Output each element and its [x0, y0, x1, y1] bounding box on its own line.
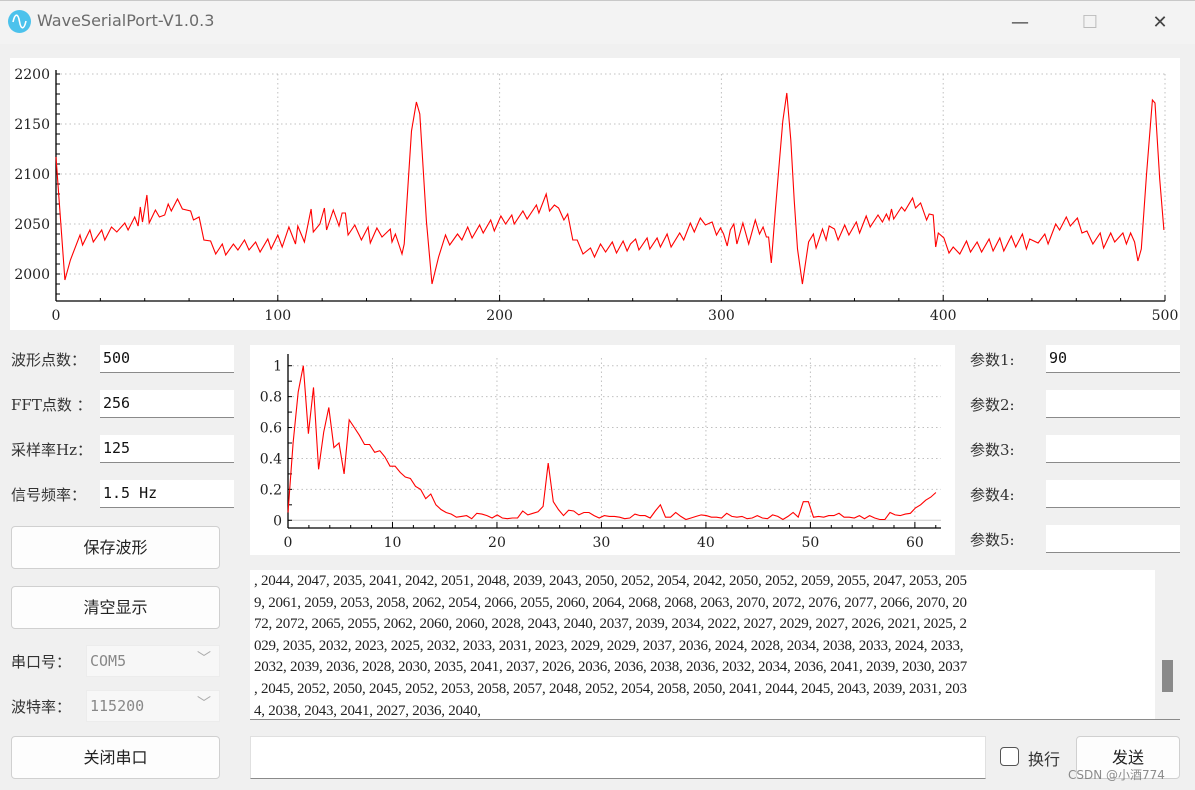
sine-wave-icon	[8, 10, 31, 33]
x-tick-label: 300	[708, 308, 735, 324]
receive-line: 72, 2072, 2065, 2055, 2062, 2060, 2060, …	[254, 616, 967, 633]
waveform-plot: 0 100 200 300 400 500 2000 2050 2100 2150 2200	[14, 67, 1179, 324]
fft-points-label: FFT点数 ：	[11, 396, 92, 414]
x-tick-label: 10	[384, 535, 402, 551]
sample-rate-input[interactable]: 125	[100, 435, 234, 463]
data-series-line	[287, 365, 937, 521]
y-tick-label: 0.6	[260, 421, 282, 437]
x-tick-label: 200	[486, 308, 513, 324]
newline-checkbox[interactable]	[1000, 747, 1019, 766]
port-select[interactable]: COM5 ﹀	[86, 645, 220, 677]
signal-freq-label: 信号频率：	[11, 486, 87, 504]
send-input[interactable]	[250, 736, 986, 779]
x-tick-label: 0	[284, 535, 293, 551]
wave-points-label: 波形点数：	[11, 351, 87, 369]
close-port-button[interactable]: 关闭串口	[11, 736, 220, 779]
receive-line: 2032, 2039, 2036, 2028, 2030, 2035, 2041…	[254, 659, 967, 676]
x-tick-label: 500	[1152, 308, 1179, 324]
x-tick-label: 0	[52, 308, 61, 324]
baud-select[interactable]: 115200 ﹀	[86, 690, 220, 722]
waveform-chart: 0 100 200 300 400 500 2000 2050 2100 2150 2200	[10, 58, 1180, 330]
minimize-button[interactable]: —	[1005, 9, 1035, 37]
vertical-scrollbar[interactable]	[1155, 570, 1180, 719]
baud-label: 波特率：	[11, 698, 72, 716]
y-tick-label: 0.4	[260, 451, 282, 467]
param-3-input[interactable]	[1046, 435, 1180, 463]
receive-line: , 2044, 2047, 2035, 2041, 2042, 2051, 20…	[254, 573, 967, 589]
y-tick-label: 0.2	[260, 482, 282, 498]
fft-chart: 0 10 20 30 40 50 60 0 0.2 0.4 0.6 0.8 1	[250, 345, 955, 555]
y-tick-label: 1	[273, 359, 282, 375]
y-tick-label: 2150	[14, 117, 50, 133]
x-tick-label: 400	[930, 308, 957, 324]
x-tick-label: 20	[488, 535, 506, 551]
receive-line: 9, 2061, 2059, 2053, 2058, 2062, 2054, 2…	[254, 594, 967, 611]
window-title: WaveSerialPort-V1.0.3	[37, 11, 215, 30]
param-1-label: 参数1:	[970, 351, 1015, 369]
wave-points-input[interactable]: 500	[100, 345, 234, 373]
maximize-button[interactable]: ☐	[1075, 9, 1105, 37]
receive-line: 4, 2038, 2043, 2041, 2027, 2036, 2040,	[254, 702, 481, 719]
y-tick-label: 0.8	[260, 390, 282, 406]
receive-line: 029, 2035, 2032, 2023, 2025, 2032, 2033,…	[254, 637, 964, 654]
x-tick-label: 30	[593, 535, 611, 551]
param-5-label: 参数5:	[970, 531, 1015, 549]
save-waveform-button[interactable]: 保存波形	[11, 526, 220, 569]
y-tick-label: 2050	[14, 217, 50, 233]
port-value: COM5	[90, 652, 127, 670]
port-label: 串口号：	[11, 653, 72, 671]
y-tick-label: 2200	[14, 67, 50, 83]
x-tick-label: 50	[801, 535, 819, 551]
y-tick-label: 0	[273, 513, 282, 529]
param-1-input[interactable]: 90	[1046, 345, 1180, 373]
param-2-input[interactable]	[1046, 390, 1180, 418]
fft-plot: 0 10 20 30 40 50 60 0 0.2 0.4 0.6 0.8 1	[260, 354, 941, 551]
receive-textarea[interactable]: , 2044, 2047, 2035, 2041, 2042, 2051, 20…	[250, 570, 1180, 720]
scrollbar-thumb[interactable]	[1162, 660, 1173, 692]
title-bar: WaveSerialPort-V1.0.3 — ☐ ✕	[0, 0, 1195, 44]
close-button[interactable]: ✕	[1145, 9, 1175, 37]
y-tick-label: 2000	[14, 267, 50, 283]
clear-display-button[interactable]: 清空显示	[11, 586, 220, 629]
signal-freq-input[interactable]: 1.5 Hz	[100, 480, 234, 508]
param-2-label: 参数2:	[970, 396, 1015, 414]
data-series-line	[55, 92, 1165, 285]
param-5-input[interactable]	[1046, 525, 1180, 553]
fft-points-input[interactable]: 256	[100, 390, 234, 418]
param-3-label: 参数3:	[970, 441, 1015, 459]
chevron-down-icon: ﹀	[197, 696, 211, 712]
watermark: CSDN @小酒774	[1068, 768, 1165, 782]
sample-rate-label: 采样率Hz：	[11, 441, 92, 459]
y-tick-label: 2100	[14, 167, 50, 183]
param-4-input[interactable]	[1046, 480, 1180, 508]
param-4-label: 参数4:	[970, 486, 1015, 504]
newline-label: 换行	[1028, 750, 1061, 769]
x-tick-label: 100	[264, 308, 291, 324]
x-tick-label: 40	[697, 535, 715, 551]
chevron-down-icon: ﹀	[197, 651, 211, 667]
baud-value: 115200	[90, 697, 145, 715]
receive-line: , 2045, 2052, 2050, 2045, 2052, 2053, 20…	[254, 680, 967, 697]
x-tick-label: 60	[906, 535, 924, 551]
